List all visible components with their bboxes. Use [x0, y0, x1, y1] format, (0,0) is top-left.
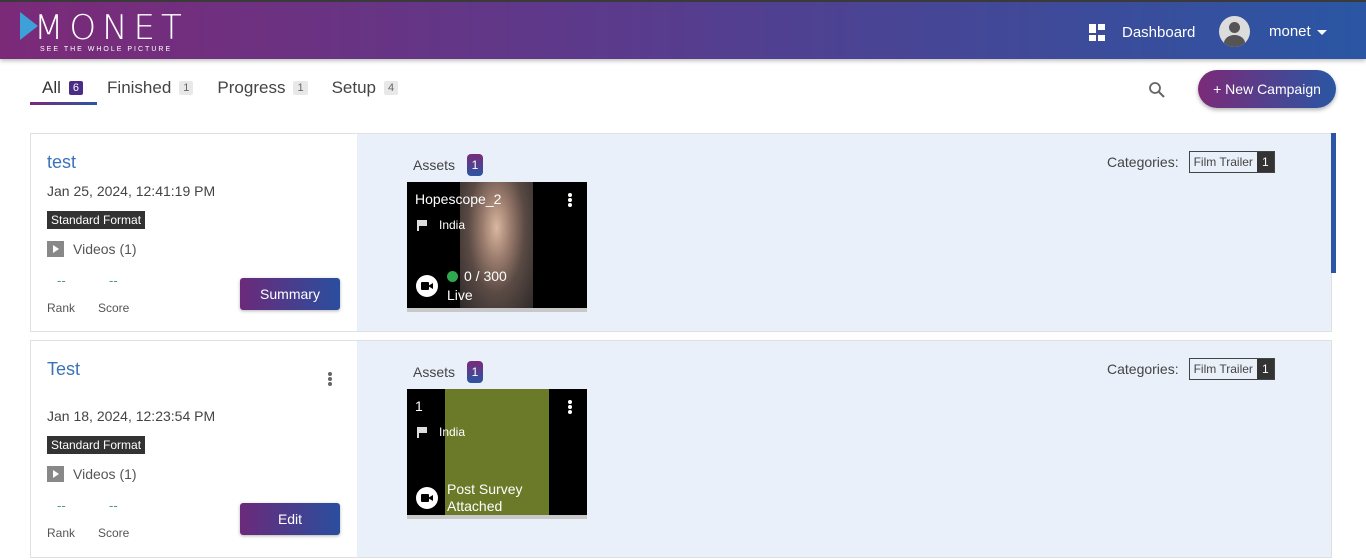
asset-status: Live [447, 287, 473, 303]
asset-more-icon[interactable] [568, 193, 572, 207]
progress-text: 0 / 300 [464, 268, 507, 284]
categories: Categories: Film Trailer 1 [1107, 151, 1275, 173]
score-label: Score [98, 526, 130, 540]
videos-count: Videos (1) [47, 241, 137, 257]
campaign-title[interactable]: Test [47, 359, 80, 380]
assets-label: Assets [413, 364, 456, 380]
dashboard-label: Dashboard [1122, 23, 1196, 41]
monet-logo[interactable]: MONET SEE THE WHOLE PICTURE [20, 8, 185, 56]
categories: Categories: Film Trailer 1 [1107, 358, 1275, 380]
tab-label: Finished [107, 78, 172, 97]
search-icon[interactable] [1148, 81, 1166, 99]
tab-label: Progress [217, 78, 286, 97]
category-count: 1 [1256, 359, 1274, 379]
category-tag: Film Trailer 1 [1188, 151, 1275, 173]
logo-tagline: SEE THE WHOLE PICTURE [40, 46, 173, 53]
video-camera-icon [416, 275, 438, 297]
campaign-date: Jan 18, 2024, 12:23:54 PM [47, 408, 216, 424]
score-value: -- [109, 498, 118, 513]
avatar [1219, 16, 1250, 47]
category-name: Film Trailer [1193, 155, 1253, 169]
tab-count-badge: 1 [293, 81, 308, 95]
category-tag: Film Trailer 1 [1188, 358, 1275, 380]
assets-count-badge: 1 [467, 361, 484, 383]
active-tab-indicator [30, 102, 97, 105]
rank-value: -- [57, 498, 66, 513]
campaign-card: Test Jan 18, 2024, 12:23:54 PM Standard … [30, 340, 1332, 558]
flag-icon [417, 219, 427, 231]
asset-thumbnail[interactable]: 1 India Post Survey Attached [407, 389, 587, 519]
dashboard-icon [1089, 23, 1106, 41]
top-navbar: MONET SEE THE WHOLE PICTURE Dashboard mo… [0, 0, 1366, 59]
live-status-dot [447, 270, 458, 282]
video-library-icon [47, 241, 64, 257]
summary-button[interactable]: Summary [240, 278, 340, 310]
edit-button[interactable]: Edit [240, 503, 340, 535]
tab-count-badge: 1 [179, 81, 194, 95]
tab-progress[interactable]: Progress 1 [217, 76, 308, 100]
asset-name: 1 [415, 398, 423, 414]
new-campaign-button[interactable]: + New Campaign [1198, 70, 1336, 108]
videos-label: Videos (1) [73, 241, 137, 257]
country-label: India [439, 218, 466, 232]
tab-finished[interactable]: Finished 1 [107, 76, 194, 100]
campaign-card: test Jan 25, 2024, 12:41:19 PM Standard … [30, 133, 1332, 332]
videos-label: Videos (1) [73, 466, 137, 482]
campaign-assets-panel: Assets 1 Categories: Film Trailer 1 Hope… [357, 134, 1331, 331]
rank-label: Rank [47, 526, 76, 540]
categories-label: Categories: [1107, 154, 1179, 170]
response-progress: 0 / 300 [447, 268, 507, 284]
assets-header: Assets 1 [413, 154, 484, 176]
tab-setup[interactable]: Setup 4 [332, 76, 399, 100]
logo-wordmark: MONET [34, 8, 188, 48]
tab-count-badge: 6 [68, 81, 84, 95]
tab-label: Setup [331, 78, 377, 97]
asset-status: Post Survey Attached [447, 481, 523, 514]
assets-label: Assets [413, 157, 456, 173]
flag-icon [417, 426, 427, 438]
score-label: Score [98, 301, 130, 315]
videos-count: Videos (1) [47, 466, 137, 482]
assets-count-badge: 1 [467, 154, 484, 176]
assets-header: Assets 1 [413, 361, 484, 383]
category-count: 1 [1256, 152, 1274, 172]
asset-name: Hopescope_2 [415, 191, 502, 207]
tab-all[interactable]: All 6 [30, 76, 84, 100]
asset-thumbnail[interactable]: Hopescope_2 India 0 / 300 Live [407, 182, 587, 312]
campaign-info: test Jan 25, 2024, 12:41:19 PM Standard … [31, 134, 357, 331]
country-label: India [439, 425, 466, 439]
format-badge: Standard Format [47, 436, 146, 454]
user-menu[interactable]: monet [1219, 16, 1327, 47]
campaign-title[interactable]: test [47, 152, 76, 173]
format-badge: Standard Format [47, 211, 146, 229]
campaign-more-icon[interactable] [328, 372, 332, 386]
asset-country: India [417, 218, 465, 232]
dashboard-link[interactable]: Dashboard [1089, 22, 1195, 42]
campaign-info: Test Jan 18, 2024, 12:23:54 PM Standard … [31, 341, 357, 557]
campaign-date: Jan 25, 2024, 12:41:19 PM [47, 183, 216, 199]
categories-label: Categories: [1107, 361, 1179, 377]
tab-count-badge: 4 [384, 81, 399, 95]
username: monet [1269, 23, 1311, 40]
asset-more-icon[interactable] [568, 400, 572, 414]
video-library-icon [47, 466, 64, 482]
video-camera-icon [416, 487, 438, 509]
tab-label: All [42, 78, 61, 97]
score-value: -- [109, 273, 118, 288]
asset-country: India [417, 425, 465, 439]
campaign-assets-panel: Assets 1 Categories: Film Trailer 1 1 In… [357, 341, 1331, 557]
rank-value: -- [57, 273, 66, 288]
rank-label: Rank [47, 301, 76, 315]
scrollbar[interactable] [1331, 133, 1336, 273]
category-name: Film Trailer [1193, 362, 1253, 376]
chevron-down-icon [1316, 30, 1327, 35]
